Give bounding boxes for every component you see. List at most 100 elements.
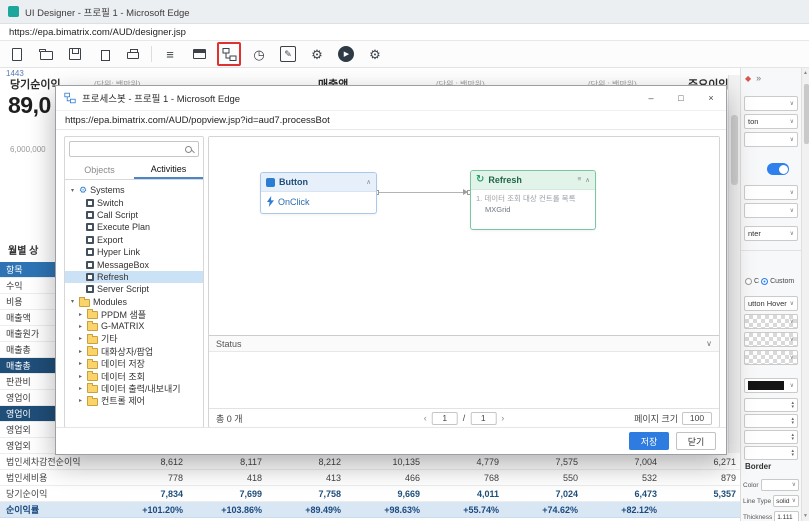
page-scrollbar[interactable]: ▲ ▼ xyxy=(801,68,809,521)
gear-icon: ⚙ xyxy=(369,46,381,62)
tree-item-messagebox[interactable]: MessageBox xyxy=(65,258,203,270)
scroll-up-icon[interactable]: ▲ xyxy=(802,70,809,76)
search-input[interactable] xyxy=(69,141,199,157)
content-scrollbar[interactable] xyxy=(728,75,740,453)
scrollbar-thumb[interactable] xyxy=(731,115,738,185)
maximize-button[interactable]: □ xyxy=(666,86,696,110)
collapse-panel-icon[interactable]: » xyxy=(756,73,761,83)
options-button[interactable]: ⚙ xyxy=(364,43,386,65)
button-node[interactable]: Button ∧ OnClick xyxy=(260,172,377,214)
tree-item-switch[interactable]: Switch xyxy=(65,196,203,208)
popup-titlebar[interactable]: 프로세스봇 - 프로필 1 - Microsoft Edge – □ × xyxy=(56,86,726,110)
number-stepper[interactable]: ▴ ▾ xyxy=(744,414,798,428)
property-select[interactable]: ∨ xyxy=(744,203,798,218)
tree-item-hyper-link[interactable]: Hyper Link xyxy=(65,246,203,258)
expander-closed-icon[interactable]: ▸ xyxy=(77,311,84,318)
tab-activities[interactable]: Activities xyxy=(134,161,203,179)
radio-selected-icon[interactable] xyxy=(761,278,769,285)
refresh-node[interactable]: ↻ Refresh ≡ ∧ 1. 데이터 조회 대상 컨트롤 목록 MXGrid xyxy=(470,170,596,230)
tree-item-refresh[interactable]: Refresh xyxy=(65,270,203,284)
expander-closed-icon[interactable]: ▸ xyxy=(77,323,84,330)
prev-page-icon[interactable]: ‹ xyxy=(424,413,427,423)
thickness-input[interactable]: 1.111 xyxy=(774,511,799,521)
property-select[interactable]: ∨ xyxy=(744,185,798,200)
browser-titlebar: UI Designer - 프로필 1 - Microsoft Edge xyxy=(0,0,809,24)
edit-button[interactable]: ✎ xyxy=(277,43,299,65)
save-button[interactable] xyxy=(64,43,86,65)
next-page-icon[interactable]: › xyxy=(501,413,504,423)
tree-folder-data-export[interactable]: ▸ 데이터 출력/내보내기 xyxy=(65,382,203,394)
number-stepper[interactable]: ▴ ▾ xyxy=(744,398,798,412)
messagebox-icon xyxy=(86,260,94,269)
tree-group-modules[interactable]: ▾ Modules xyxy=(65,296,203,308)
new-button[interactable] xyxy=(6,43,28,65)
property-field-name[interactable]: ton ∨ xyxy=(744,114,798,129)
process-bot-button[interactable] xyxy=(217,42,241,66)
tree-folder-dialog-popup[interactable]: ▸ 대화상자/팝업 xyxy=(65,345,203,357)
open-button[interactable] xyxy=(35,43,57,65)
number-stepper[interactable]: ▴ ▾ xyxy=(744,446,798,460)
tab-objects[interactable]: Objects xyxy=(65,161,134,179)
border-color-select[interactable]: ∨ xyxy=(760,479,799,491)
address-bar[interactable]: https://epa.bimatrix.com/AUD/designer.js… xyxy=(0,24,809,41)
expander-open-icon[interactable]: ▾ xyxy=(69,187,76,194)
tree-item-export[interactable]: Export xyxy=(65,234,203,246)
node-menu-icon[interactable]: ≡ xyxy=(577,176,581,184)
popup-address-bar[interactable]: https://epa.bimatrix.com/AUD/popview.jsp… xyxy=(56,110,726,130)
property-select[interactable]: ∨ xyxy=(744,96,798,111)
transparent-color-swatch[interactable]: ∨ xyxy=(744,350,798,365)
expander-closed-icon[interactable]: ▸ xyxy=(77,397,84,404)
page-size-input[interactable]: 100 xyxy=(682,411,712,425)
expander-closed-icon[interactable]: ▸ xyxy=(77,385,84,392)
expander-closed-icon[interactable]: ▸ xyxy=(77,360,84,367)
process-canvas-panel: Button ∧ OnClick ↻ Refresh ≡ ∧ 1. 데이터 조회… xyxy=(208,136,720,428)
property-toggle[interactable] xyxy=(767,163,789,175)
color-swatch-black[interactable]: ∨ xyxy=(744,378,798,393)
line-type-select[interactable]: solid ∨ xyxy=(773,495,799,507)
print-button[interactable] xyxy=(122,43,144,65)
expander-closed-icon[interactable]: ▸ xyxy=(77,373,84,380)
scrollbar-thumb[interactable] xyxy=(803,84,809,144)
tree-item-execute-plan[interactable]: Execute Plan xyxy=(65,221,203,233)
transparent-color-swatch[interactable]: ∨ xyxy=(744,332,798,347)
event-label[interactable]: OnClick xyxy=(278,197,310,207)
settings-button[interactable]: ⚙ xyxy=(306,43,328,65)
state-select[interactable]: utton Hover ∨ xyxy=(744,296,798,311)
collapse-node-icon[interactable]: ∧ xyxy=(366,178,371,186)
schedule-button[interactable]: ◷ xyxy=(248,43,270,65)
popup-footer: 저장 닫기 xyxy=(56,427,726,454)
tree-folder-etc[interactable]: ▸ 기타 xyxy=(65,333,203,345)
tree-item-call-script[interactable]: Call Script xyxy=(65,209,203,221)
minimize-button[interactable]: – xyxy=(636,86,666,110)
expander-open-icon[interactable]: ▾ xyxy=(69,298,76,305)
window-button[interactable] xyxy=(188,43,210,65)
expander-closed-icon[interactable]: ▸ xyxy=(77,348,84,355)
refresh-target-control[interactable]: MXGrid xyxy=(476,204,590,215)
chevron-down-icon: ∨ xyxy=(789,207,794,214)
property-select[interactable]: ∨ xyxy=(744,132,798,147)
tree-folder-ppdm[interactable]: ▸ PPDM 샘플 xyxy=(65,308,203,320)
number-stepper[interactable]: ▴ ▾ xyxy=(744,430,798,444)
tree-folder-gmatrix[interactable]: ▸ G-MATRIX xyxy=(65,320,203,332)
radio-icon[interactable] xyxy=(745,278,752,285)
run-button[interactable]: ▶ xyxy=(335,43,357,65)
save-button[interactable]: 저장 xyxy=(629,432,669,450)
tree-group-systems[interactable]: ▾ ⚙ Systems xyxy=(65,184,203,196)
close-button[interactable]: 닫기 xyxy=(676,432,716,450)
copy-button[interactable] xyxy=(93,43,115,65)
property-align-select[interactable]: nter ∨ xyxy=(744,226,798,241)
current-page-input[interactable]: 1 xyxy=(431,411,458,425)
expander-closed-icon[interactable]: ▸ xyxy=(77,335,84,342)
close-button[interactable]: × xyxy=(696,86,726,110)
collapse-node-icon[interactable]: ∧ xyxy=(585,176,590,184)
tree-folder-data-save[interactable]: ▸ 데이터 저장 xyxy=(65,357,203,369)
list-button[interactable]: ≡ xyxy=(159,43,181,65)
flow-canvas[interactable]: Button ∧ OnClick ↻ Refresh ≡ ∧ 1. 데이터 조회… xyxy=(209,137,719,335)
status-section-header[interactable]: Status ∨ xyxy=(209,335,719,352)
scroll-down-icon[interactable]: ▼ xyxy=(802,513,809,519)
tree-folder-data-query[interactable]: ▸ 데이터 조회 xyxy=(65,370,203,382)
transparent-color-swatch[interactable]: ∨ xyxy=(744,314,798,329)
tree-folder-control[interactable]: ▸ 컨트롤 제어 xyxy=(65,395,203,407)
chevron-down-icon[interactable]: ∨ xyxy=(706,339,712,348)
tree-item-server-script[interactable]: Server Script xyxy=(65,283,203,295)
